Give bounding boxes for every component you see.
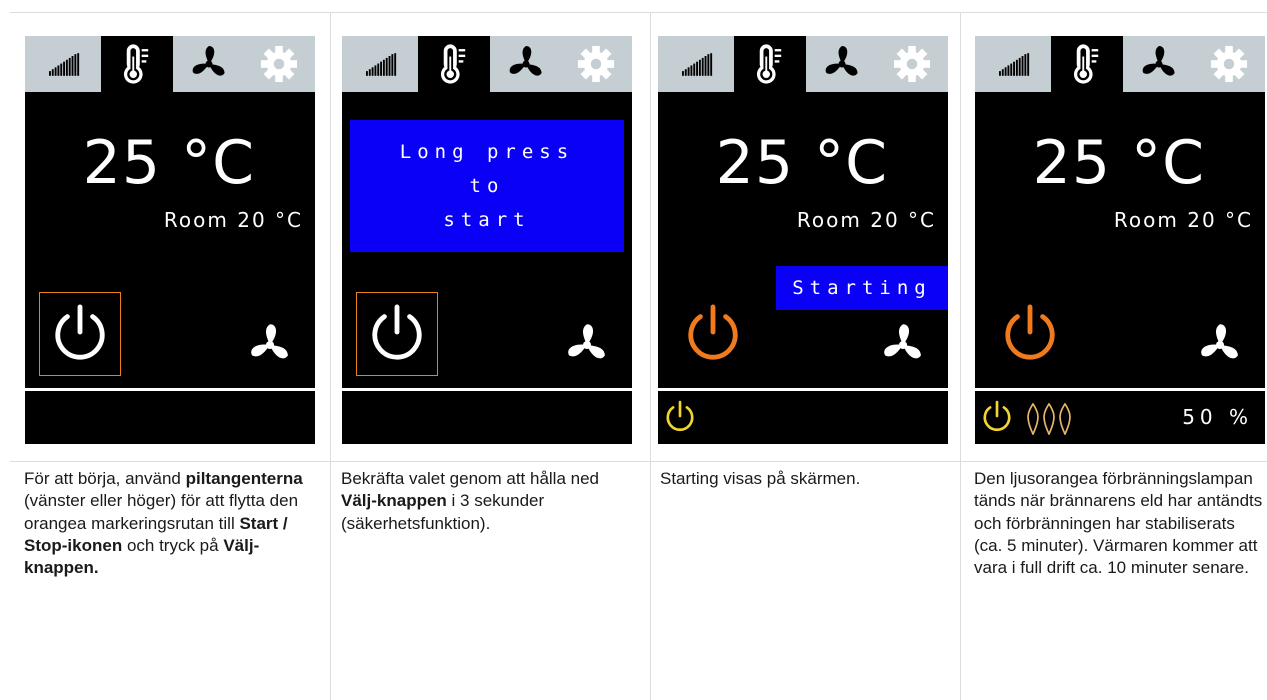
gear-icon	[1210, 45, 1248, 83]
table-border-col-3	[960, 12, 961, 700]
tab-fan[interactable]	[173, 36, 245, 92]
gear-icon	[893, 45, 931, 83]
caption-step-4: Den ljusorangea förbränningslampan tänds…	[974, 468, 1264, 579]
starting-badge: Starting	[776, 266, 948, 310]
status-row	[658, 391, 948, 444]
tab-bar	[342, 36, 632, 92]
signal-bars-icon	[999, 53, 1031, 76]
fan-icon	[189, 44, 229, 84]
gear-icon	[577, 45, 615, 83]
caption-bold: Välj-knappen	[341, 491, 447, 511]
tab-power-level[interactable]	[346, 36, 418, 92]
thermometer-icon	[440, 43, 468, 85]
fan-icon	[506, 44, 546, 84]
fan-icon[interactable]	[1197, 322, 1243, 368]
message-line: start	[443, 209, 531, 231]
power-icon[interactable]	[368, 302, 426, 366]
tab-fan[interactable]	[806, 36, 878, 92]
tab-temperature[interactable]	[1051, 36, 1123, 92]
tab-temperature[interactable]	[418, 36, 490, 92]
thermometer-icon	[756, 43, 784, 85]
caption-text: Den ljusorangea förbränningslampan tänds…	[974, 469, 1263, 578]
tab-bar	[658, 36, 948, 92]
tab-temperature[interactable]	[734, 36, 806, 92]
power-percent: 50 %	[1182, 405, 1253, 429]
table-border-col-2	[650, 12, 651, 700]
gear-icon	[260, 45, 298, 83]
signal-bars-icon	[682, 53, 714, 76]
status-row: 50 %	[975, 391, 1265, 444]
set-temperature: 25 °C	[82, 128, 255, 198]
caption-bold: piltangenterna	[185, 469, 303, 488]
table-border-middle	[10, 461, 1267, 462]
long-press-message: Long press to start	[350, 120, 624, 252]
room-temperature: Room 20 °C	[163, 208, 303, 232]
tab-fan[interactable]	[490, 36, 562, 92]
caption-text: och tryck på	[122, 535, 224, 555]
heater-screen-3: 25 °C Room 20 °C Starting	[658, 36, 948, 444]
heater-screen-1: 25 °C Room 20 °C	[25, 36, 315, 444]
fan-icon	[1139, 44, 1179, 84]
tab-settings[interactable]	[560, 36, 632, 92]
tab-settings[interactable]	[243, 36, 315, 92]
signal-bars-icon	[49, 53, 81, 76]
thermometer-icon	[123, 43, 151, 85]
thermometer-icon	[1073, 43, 1101, 85]
flame-icon	[1027, 403, 1071, 435]
power-icon[interactable]	[51, 302, 109, 366]
set-temperature: 25 °C	[715, 128, 888, 198]
status-row	[25, 391, 315, 444]
instruction-table: 25 °C Room 20 °C Long press to start 25 …	[10, 12, 1267, 700]
tab-power-level[interactable]	[29, 36, 101, 92]
caption-step-1: För att börja, använd piltangenterna (vä…	[24, 468, 314, 579]
tab-bar	[975, 36, 1265, 92]
fan-icon[interactable]	[880, 322, 926, 368]
tab-settings[interactable]	[876, 36, 948, 92]
room-temperature: Room 20 °C	[1113, 208, 1253, 232]
caption-step-2: Bekräfta valet genom att hålla ned Välj-…	[341, 468, 623, 535]
power-icon[interactable]	[684, 302, 742, 366]
tab-power-level[interactable]	[979, 36, 1051, 92]
tab-power-level[interactable]	[662, 36, 734, 92]
room-temperature: Room 20 °C	[796, 208, 936, 232]
signal-bars-icon	[366, 53, 398, 76]
tab-fan[interactable]	[1123, 36, 1195, 92]
fan-icon[interactable]	[247, 322, 293, 368]
tab-temperature[interactable]	[101, 36, 173, 92]
table-border-top	[10, 12, 1267, 13]
tab-bar	[25, 36, 315, 92]
status-row	[342, 391, 632, 444]
message-line: to	[469, 175, 505, 197]
heater-screen-2: Long press to start	[342, 36, 632, 444]
set-temperature: 25 °C	[1032, 128, 1205, 198]
heater-screen-4: 25 °C Room 20 °C 50 %	[975, 36, 1265, 444]
caption-text: Bekräfta valet genom att hålla ned	[341, 469, 599, 488]
power-status-icon	[981, 400, 1013, 434]
message-line: Long press	[399, 141, 575, 163]
fan-icon[interactable]	[564, 322, 610, 368]
caption-text: Starting visas på skärmen.	[660, 469, 861, 488]
table-border-col-1	[330, 12, 331, 700]
fan-icon	[822, 44, 862, 84]
caption-text: För att börja, använd	[24, 469, 186, 488]
power-icon[interactable]	[1001, 302, 1059, 366]
caption-step-3: Starting visas på skärmen.	[660, 468, 950, 490]
tab-settings[interactable]	[1193, 36, 1265, 92]
power-status-icon	[664, 400, 696, 434]
